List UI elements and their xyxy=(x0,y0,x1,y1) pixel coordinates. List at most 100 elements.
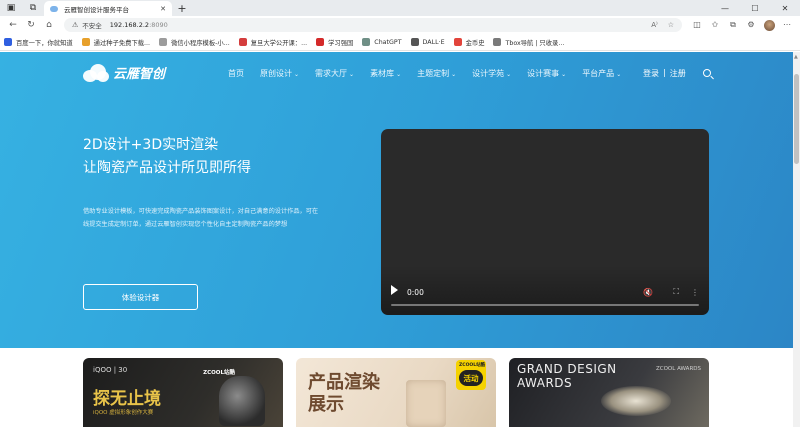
nav-item-label: 原创设计 xyxy=(260,69,292,78)
bookmark-item[interactable]: DALL·E xyxy=(410,38,445,46)
home-icon[interactable]: ⌂ xyxy=(40,17,58,33)
hero-section: 云雁智创 首页 原创设计 ⌄ 需求大厅 ⌄ 素材库 ⌄ 主题定制 ⌄ 设计学苑 ⌄ 设计赛事 ⌄ 平台产品… xyxy=(0,52,793,348)
bookmark-item[interactable]: 通过种子免费下载... xyxy=(81,38,150,47)
address-bar-row: ← ↻ ⌂ ⚠ 不安全 192.168.2.2 :8090 A⁾ ☆ ◫ ✩ ⧉… xyxy=(0,16,800,34)
promo-card-awards[interactable]: GRAND DESIGN AWARDS ZCOOL AWARDS xyxy=(509,358,709,427)
nav-item-label: 素材库 xyxy=(370,69,395,78)
profile-avatar[interactable] xyxy=(760,19,778,31)
chevron-down-icon: ⌄ xyxy=(561,71,567,78)
split-screen-icon[interactable]: ◫ xyxy=(688,20,706,31)
url-field[interactable]: ⚠ 不安全 192.168.2.2 :8090 A⁾ ☆ xyxy=(64,18,682,32)
page-scrollbar[interactable]: ▲ xyxy=(793,52,800,427)
bookmark-item[interactable]: Tbox导航 | 只收录... xyxy=(493,38,564,47)
bookmark-label: 学习强国 xyxy=(328,39,354,47)
favorite-star-icon[interactable]: ☆ xyxy=(668,21,674,29)
tab-actions-icon[interactable]: ▣ xyxy=(0,0,22,16)
nav-item[interactable]: 平台产品 ⌄ xyxy=(582,68,621,79)
maximize-button[interactable]: ☐ xyxy=(740,0,770,16)
promo-card-iqoo[interactable]: iQOO | 30 ZCOOL站酷 探无止境 iQOO 虚拟形象创作大赛 xyxy=(83,358,283,427)
video-player[interactable]: 0:00 🔇 ⛶ ⋮ xyxy=(381,129,709,315)
bookmark-item[interactable]: 微信小程序模板-小... xyxy=(159,38,230,47)
logo-text: 云雁智创 xyxy=(113,67,166,82)
robot-illustration-icon xyxy=(219,376,265,426)
nav-item[interactable]: 首页 xyxy=(228,68,244,79)
favorites-icon[interactable]: ✩ xyxy=(706,20,724,31)
nav-item[interactable]: 需求大厅 ⌄ xyxy=(315,68,354,79)
bookmark-item[interactable]: 复旦大学公开课：... xyxy=(238,38,308,47)
bookmark-favicon-icon xyxy=(81,38,90,46)
bookmark-favicon-icon xyxy=(316,38,325,46)
bookmark-item[interactable]: 百度一下，你就知道 xyxy=(4,38,73,47)
nav-item[interactable]: 设计赛事 ⌄ xyxy=(527,68,566,79)
nav-item[interactable]: 主题定制 ⌄ xyxy=(417,68,456,79)
window-controls: — ☐ ✕ xyxy=(710,0,800,16)
not-secure-label: 不安全 xyxy=(82,22,102,30)
nav-item-label: 设计赛事 xyxy=(527,69,560,78)
promo-card-render[interactable]: 产品渲染 展示 ZCOOL站酷 活动 xyxy=(296,358,496,427)
back-icon[interactable]: ← xyxy=(4,17,22,33)
browser-toolbar: ◫ ✩ ⧉ ⚙ ⋯ xyxy=(688,19,796,31)
hero-title-line1: 2D设计+3D实时渲染 xyxy=(83,137,219,153)
bookmark-favicon-icon xyxy=(4,38,12,46)
tab-list-icon[interactable]: ⧉ xyxy=(22,0,44,16)
hero-title-line2: 让陶瓷产品设计所见即所得 xyxy=(83,160,251,176)
more-menu-icon[interactable]: ⋯ xyxy=(778,20,796,31)
chevron-down-icon: ⌄ xyxy=(349,71,355,78)
cloud-logo-icon xyxy=(83,63,109,82)
bookmark-label: Tbox导航 | 只收录... xyxy=(505,39,565,47)
badge-top: ZCOOL站酷 xyxy=(459,363,486,368)
collections-icon[interactable]: ⧉ xyxy=(724,20,742,31)
minimize-button[interactable]: — xyxy=(710,0,740,16)
card-title-line1: GRAND DESIGN xyxy=(517,362,617,376)
nav-item[interactable]: 素材库 ⌄ xyxy=(370,68,401,79)
login-link[interactable]: 登录 xyxy=(643,68,659,79)
bookmark-item[interactable]: ChatGPT xyxy=(362,38,402,46)
bookmark-label: 复旦大学公开课：... xyxy=(250,39,308,47)
mute-icon[interactable]: 🔇 xyxy=(643,288,653,297)
bookmark-label: 百度一下，你就知道 xyxy=(16,39,73,47)
video-more-icon[interactable]: ⋮ xyxy=(691,288,699,297)
nav-item[interactable]: 设计学苑 ⌄ xyxy=(472,68,511,79)
chevron-down-icon: ⌄ xyxy=(396,71,402,78)
bookmarks-bar: 百度一下，你就知道 通过种子免费下载... 微信小程序模板-小... 复旦大学公开课：… xyxy=(0,34,800,51)
card-zcool-label: ZCOOL站酷 xyxy=(203,370,235,376)
browser-tab[interactable]: 云雁智创设计服务平台 ✕ xyxy=(44,1,172,16)
bookmark-label: ChatGPT xyxy=(374,38,402,46)
card-title: 产品渲染 展示 xyxy=(308,372,380,416)
card-title: GRAND DESIGN AWARDS xyxy=(517,362,617,390)
video-controls: 0:00 🔇 ⛶ ⋮ xyxy=(381,265,709,315)
read-aloud-icon[interactable]: A⁾ xyxy=(651,21,658,29)
badge-main: 活动 xyxy=(459,370,483,386)
site-favicon-icon xyxy=(50,5,58,12)
nav-item-label: 平台产品 xyxy=(582,69,615,78)
chevron-down-icon: ⌄ xyxy=(451,71,457,78)
bookmark-item[interactable]: 学习强国 xyxy=(316,38,353,47)
video-progress-bar[interactable] xyxy=(391,304,699,306)
fullscreen-icon[interactable]: ⛶ xyxy=(673,287,679,297)
nav-item[interactable]: 原创设计 ⌄ xyxy=(260,68,299,79)
card-zcool-label: ZCOOL AWARDS xyxy=(656,366,701,372)
close-tab-icon[interactable]: ✕ xyxy=(160,5,166,13)
main-nav: 首页 原创设计 ⌄ 需求大厅 ⌄ 素材库 ⌄ 主题定制 ⌄ 设计学苑 ⌄ 设计赛事 ⌄ 平台产品 ⌄ xyxy=(228,68,637,79)
bookmark-favicon-icon xyxy=(453,38,462,46)
new-tab-button[interactable]: + xyxy=(172,1,192,16)
nav-item-label: 设计学苑 xyxy=(472,69,505,78)
chevron-down-icon: ⌄ xyxy=(294,71,300,78)
try-designer-button[interactable]: 体验设计器 xyxy=(83,284,198,310)
scrollbar-thumb[interactable] xyxy=(794,74,799,164)
bookmark-item[interactable]: 金币史 xyxy=(453,38,484,47)
activity-badge: ZCOOL站酷 活动 xyxy=(456,360,486,390)
site-logo[interactable]: 云雁智创 xyxy=(83,63,165,82)
card-brand: iQOO | 30 xyxy=(93,366,128,374)
scroll-up-icon[interactable]: ▲ xyxy=(794,54,798,60)
extensions-icon[interactable]: ⚙ xyxy=(742,20,760,31)
close-window-button[interactable]: ✕ xyxy=(770,0,800,16)
bookmark-favicon-icon xyxy=(493,38,502,46)
chevron-down-icon: ⌄ xyxy=(506,71,512,78)
register-link[interactable]: 注册 xyxy=(670,68,686,79)
nav-item-label: 首页 xyxy=(228,69,244,78)
play-icon[interactable] xyxy=(391,285,398,295)
search-icon[interactable] xyxy=(703,69,711,77)
refresh-icon[interactable]: ↻ xyxy=(22,17,40,33)
browser-tab-bar: ▣ ⧉ 云雁智创设计服务平台 ✕ + — ☐ ✕ xyxy=(0,0,800,16)
